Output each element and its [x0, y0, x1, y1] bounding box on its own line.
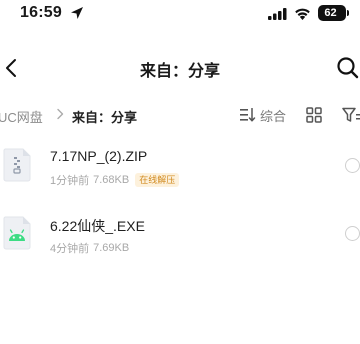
cellular-signal-icon — [268, 8, 287, 20]
file-size: 7.69KB — [93, 242, 130, 254]
status-time: 16:59 — [20, 4, 62, 21]
android-app-icon — [3, 216, 31, 250]
file-time: 4分钟前 — [50, 243, 90, 255]
page-title: 来自：分享 — [139, 63, 220, 80]
file-time: 1分钟前 — [50, 175, 90, 187]
online-extract-badge[interactable]: 在线解压 — [135, 173, 180, 187]
sort-button[interactable]: 综合 — [240, 106, 286, 124]
zip-file-icon — [3, 148, 31, 182]
grid-view-icon[interactable] — [306, 107, 322, 123]
select-radio[interactable] — [345, 226, 360, 241]
battery-level: 62 — [324, 7, 337, 19]
breadcrumb-current: 来自：分享 — [72, 110, 138, 125]
location-arrow-icon — [71, 7, 83, 19]
wifi-icon — [295, 8, 310, 20]
chevron-right-icon — [57, 108, 64, 120]
breadcrumb-root[interactable]: UC网盘 — [0, 107, 43, 126]
file-size: 7.68KB — [93, 174, 130, 186]
file-name: 7.17NP_(2).ZIP — [50, 148, 148, 164]
breadcrumb: UC网盘 来自：分享 综合 — [0, 102, 360, 128]
file-meta: 1分钟前 7.68KB 在线解压 — [50, 172, 180, 188]
select-radio[interactable] — [345, 158, 360, 173]
file-name: 6.22仙侠_.EXE — [50, 218, 145, 234]
battery-indicator: 62 — [318, 5, 349, 21]
search-icon[interactable] — [336, 56, 360, 80]
list-item[interactable]: 7.17NP_(2).ZIP 1分钟前 7.68KB 在线解压 — [0, 144, 360, 198]
filter-icon[interactable] — [342, 107, 360, 123]
file-meta: 4分钟前 7.69KB — [50, 240, 129, 256]
list-item[interactable]: 6.22仙侠_.EXE 4分钟前 7.69KB — [0, 212, 360, 266]
status-bar: 16:59 62 — [0, 0, 360, 28]
sort-icon — [240, 108, 256, 122]
sort-label: 综合 — [260, 108, 287, 124]
nav-bar: 来自：分享 — [0, 50, 360, 86]
